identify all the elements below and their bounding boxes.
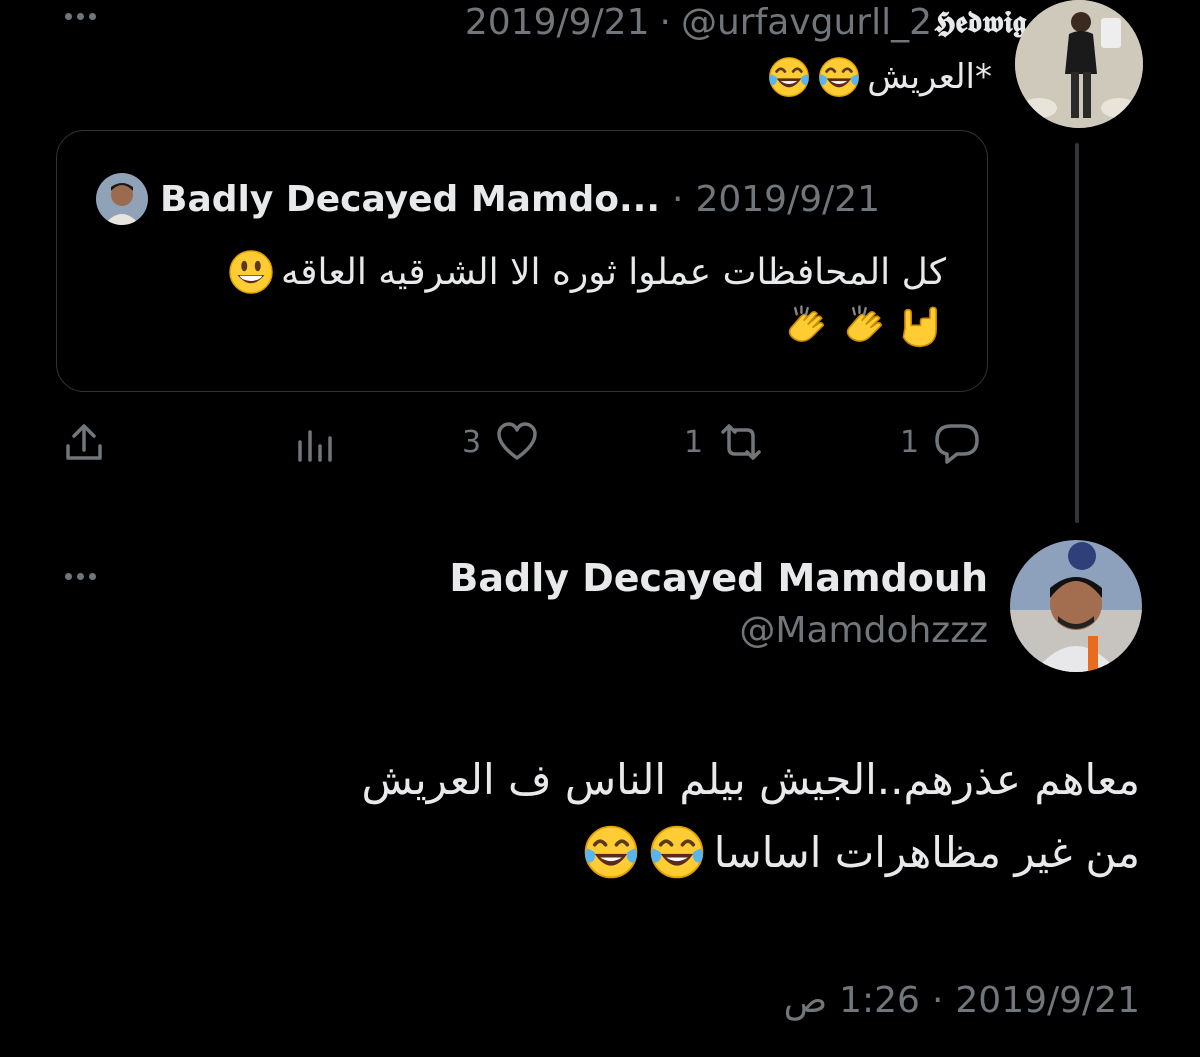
parent-name-text: 𝕳𝖊𝖉𝖜𝖎𝖌 [934,4,1027,40]
love-you-gesture-icon [894,305,944,355]
face-with-tears-of-joy-icon [767,55,811,99]
like-button[interactable]: 3 [462,418,539,466]
quoted-tweet-header: Badly Decayed Mamdo... · 2019/9/21 [96,172,880,226]
parent-tweet-text: *العريش [767,52,992,102]
timestamp-separator: · [931,979,944,1021]
clapping-hands-icon [836,305,886,355]
reply-count: 1 [900,424,920,460]
analytics-icon [298,430,332,462]
retweet-button[interactable]: 1 [684,418,765,466]
share-icon [66,424,102,460]
main-author-block[interactable]: Badly Decayed Mamdouh @Mamdohzzz [449,553,988,659]
main-tweet-text-line1: معاهم عذرهم..الجيش بيلم الناس ف العريش [361,755,1141,804]
share-button[interactable] [62,420,106,464]
timestamp-date: 2019/9/21 [955,979,1140,1021]
retweet-icon [721,424,761,460]
main-tweet-text-line2-content: من غير مظاهرات اساسا [713,827,1140,877]
more-options-icon[interactable] [60,570,100,582]
face-with-tears-of-joy-icon [582,823,640,881]
main-author-name: Badly Decayed Mamdouh [449,556,988,600]
quoted-tweet-text-line2 [778,302,944,358]
avatar-photo [1010,540,1142,672]
main-tweet-text-line2: من غير مظاهرات اساسا [582,820,1140,884]
clapping-hands-icon [778,305,828,355]
reply-icon [935,424,979,464]
timestamp-time: 1:26 [839,979,920,1021]
timestamp-ampm: ص [783,979,828,1021]
quoted-date: 2019/9/21 [695,178,881,220]
like-count: 3 [462,424,482,460]
main-author-avatar[interactable] [1010,540,1142,672]
quoted-author-name: Badly Decayed Mamdo... [160,178,661,220]
parent-handle[interactable]: @urfavgurll_2 [681,2,932,43]
thread-connector-line [1075,143,1079,523]
more-options-icon[interactable] [60,10,100,22]
face-with-tears-of-joy-icon [648,823,706,881]
parent-tweet-text-content: *العريش [867,57,992,97]
retweet-count: 1 [684,424,704,460]
grinning-face-icon [227,248,275,296]
avatar-photo [1015,0,1143,128]
analytics-button[interactable] [294,422,338,466]
main-tweet-timestamp[interactable]: ص 1:26 · 2019/9/21 [784,972,1140,1028]
quoted-text-line1: كل المحافظات عملوا ثوره الا الشرقيه العا… [281,251,946,293]
heart-icon [497,422,537,460]
face-with-tears-of-joy-icon [817,55,861,99]
parent-avatar[interactable] [1015,0,1143,128]
quoted-separator: · [672,178,684,220]
reply-button[interactable]: 1 [900,418,981,466]
parent-date: 2019/9/21 [464,1,650,43]
main-author-handle: @Mamdohzzz [739,610,988,651]
quoted-tweet-text-line1: كل المحافظات عملوا ثوره الا الشرقيه العا… [227,244,946,300]
quoted-author-avatar [96,173,148,225]
parent-separator: · [659,1,671,43]
parent-tweet-header: 2019/9/21 · @urfavgurll_2 [465,0,932,44]
